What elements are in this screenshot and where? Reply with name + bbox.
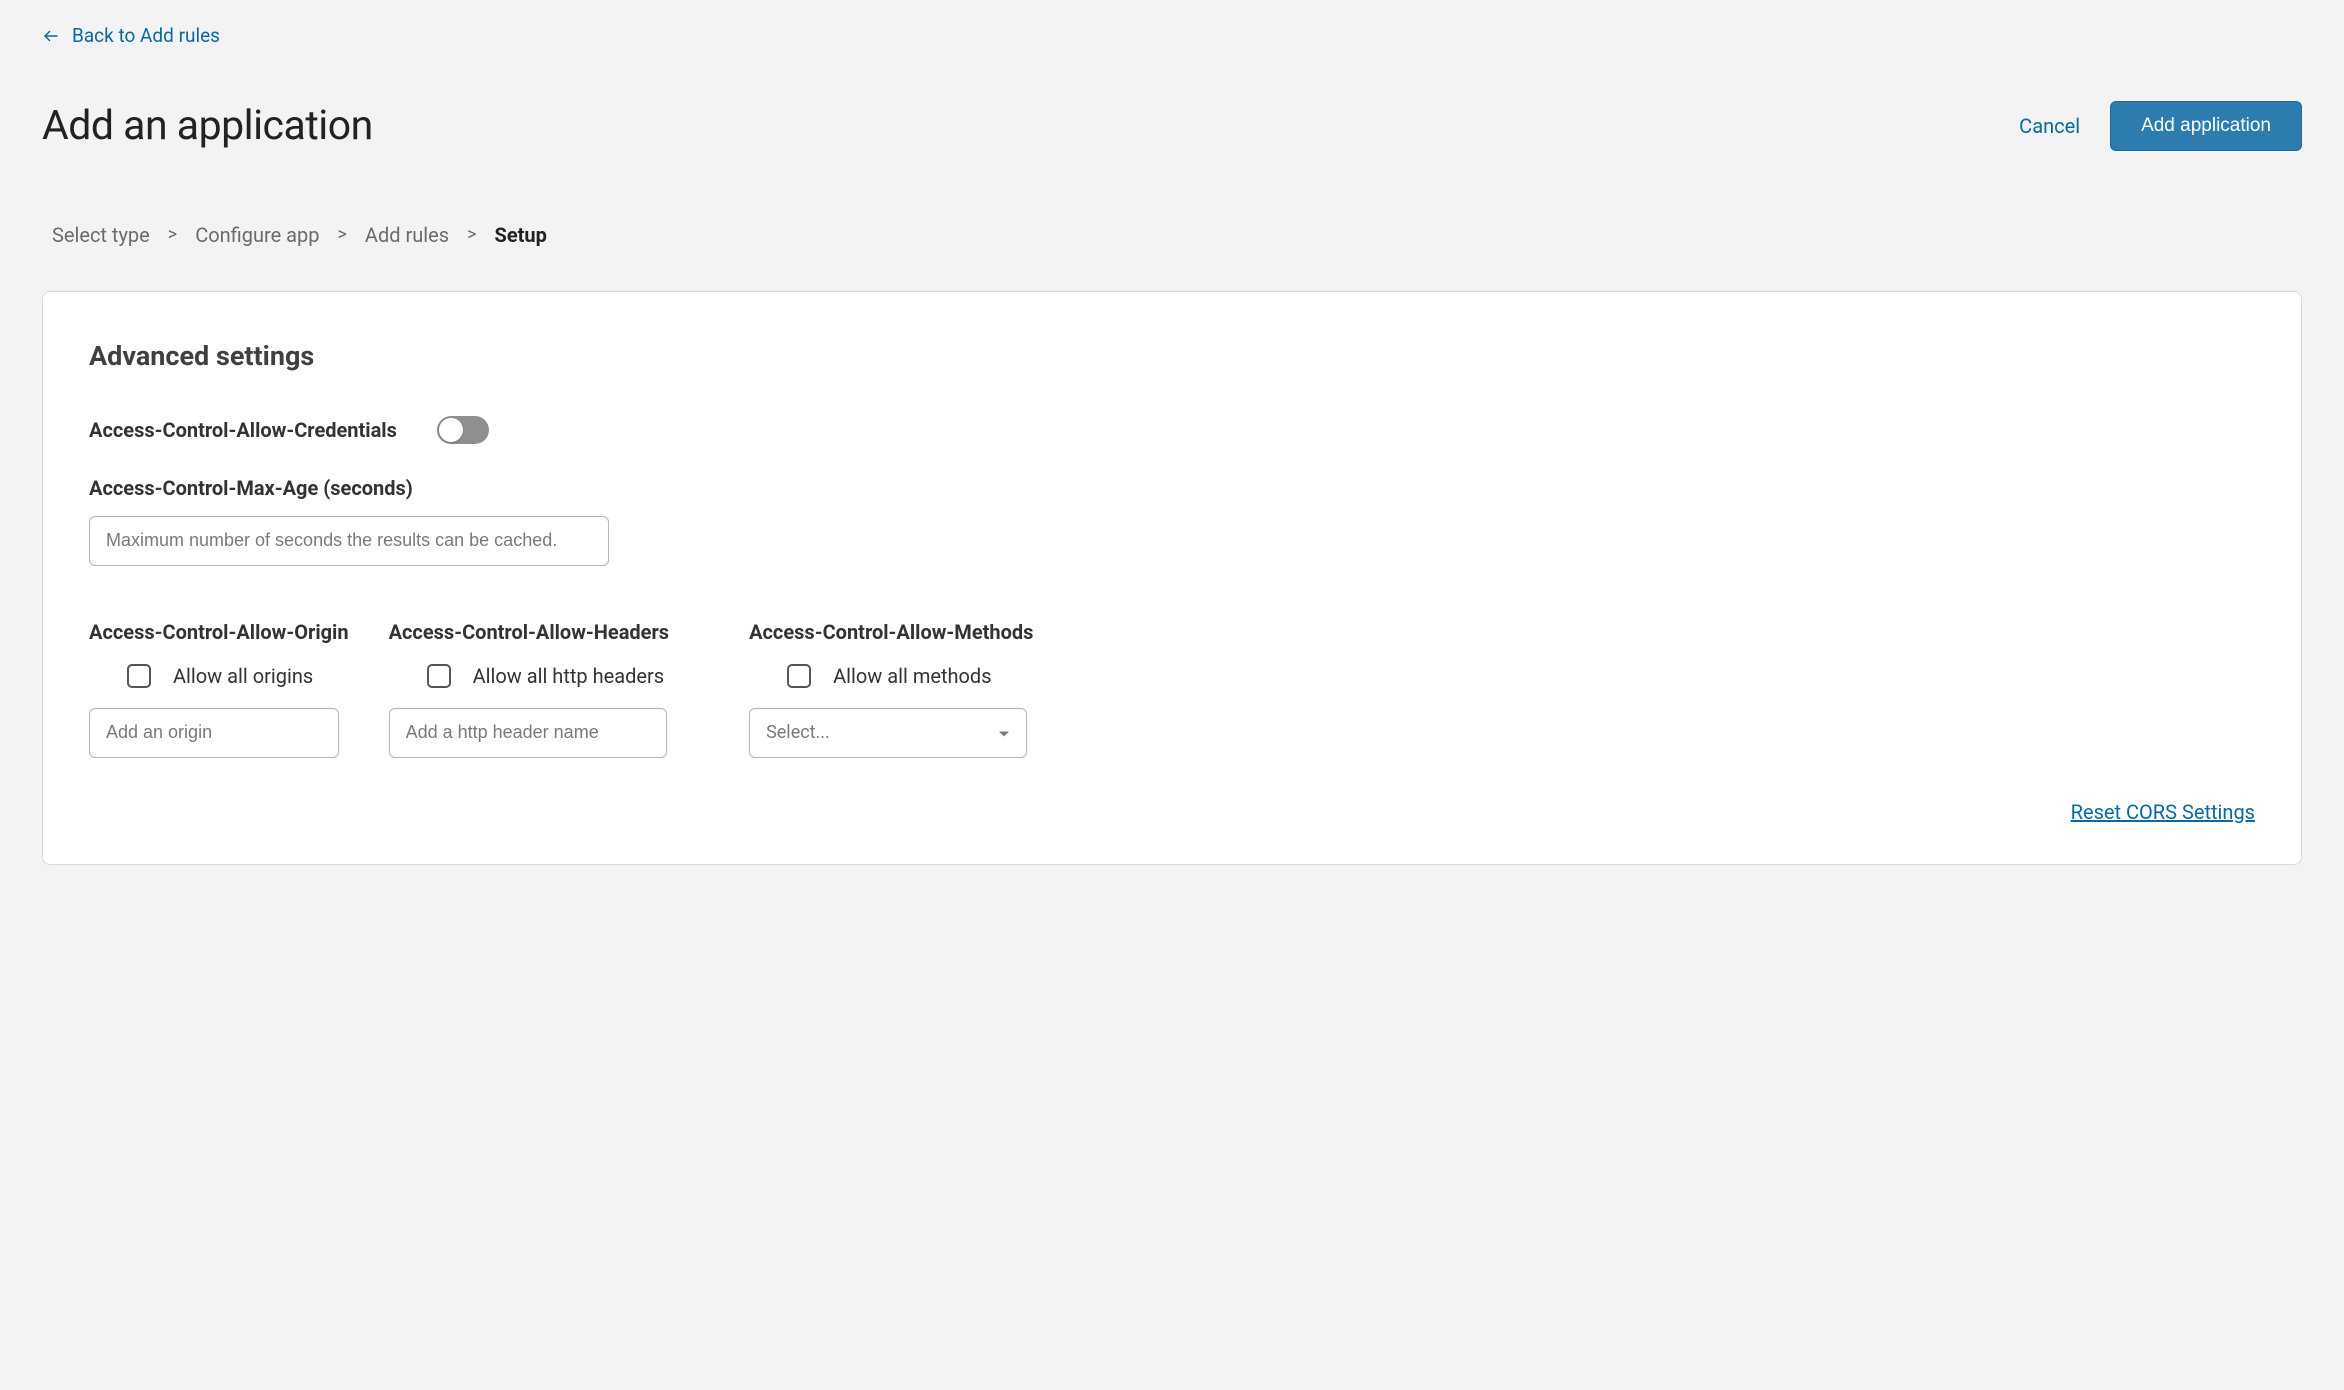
- breadcrumb-add-rules[interactable]: Add rules: [365, 223, 449, 247]
- methods-select-placeholder: Select...: [766, 722, 830, 743]
- advanced-settings-card: Advanced settings Access-Control-Allow-C…: [42, 291, 2302, 865]
- max-age-input[interactable]: [89, 516, 609, 566]
- add-header-input[interactable]: [389, 708, 667, 758]
- breadcrumb-select-type[interactable]: Select type: [52, 223, 150, 247]
- chevron-right-icon: >: [467, 224, 476, 245]
- allow-credentials-label: Access-Control-Allow-Credentials: [89, 418, 397, 442]
- allow-methods-title: Access-Control-Allow-Methods: [749, 620, 1033, 644]
- chevron-right-icon: >: [168, 224, 177, 245]
- page-title: Add an application: [42, 102, 373, 150]
- allow-all-headers-label: Allow all http headers: [473, 664, 665, 688]
- back-link-label: Back to Add rules: [72, 24, 220, 47]
- caret-down-icon: [998, 722, 1010, 743]
- allow-headers-title: Access-Control-Allow-Headers: [389, 620, 670, 644]
- breadcrumb-configure-app[interactable]: Configure app: [195, 223, 319, 247]
- max-age-label: Access-Control-Max-Age (seconds): [89, 476, 2255, 500]
- allow-all-origins-checkbox[interactable]: [127, 664, 151, 688]
- card-title: Advanced settings: [89, 340, 2255, 372]
- cancel-button[interactable]: Cancel: [2019, 114, 2080, 138]
- allow-all-methods-checkbox[interactable]: [787, 664, 811, 688]
- toggle-knob: [439, 418, 463, 442]
- allow-all-origins-label: Allow all origins: [173, 664, 313, 688]
- allow-all-methods-label: Allow all methods: [833, 664, 991, 688]
- add-origin-input[interactable]: [89, 708, 339, 758]
- allow-credentials-toggle[interactable]: [437, 416, 489, 444]
- add-application-button[interactable]: Add application: [2110, 101, 2302, 151]
- methods-select[interactable]: Select...: [749, 708, 1027, 758]
- arrow-left-icon: [42, 27, 60, 45]
- allow-all-headers-checkbox[interactable]: [427, 664, 451, 688]
- breadcrumb: Select type > Configure app > Add rules …: [52, 223, 2302, 247]
- breadcrumb-setup: Setup: [495, 223, 547, 247]
- allow-origin-title: Access-Control-Allow-Origin: [89, 620, 349, 644]
- back-link[interactable]: Back to Add rules: [42, 24, 220, 47]
- chevron-right-icon: >: [338, 224, 347, 245]
- reset-cors-settings-link[interactable]: Reset CORS Settings: [2071, 800, 2255, 824]
